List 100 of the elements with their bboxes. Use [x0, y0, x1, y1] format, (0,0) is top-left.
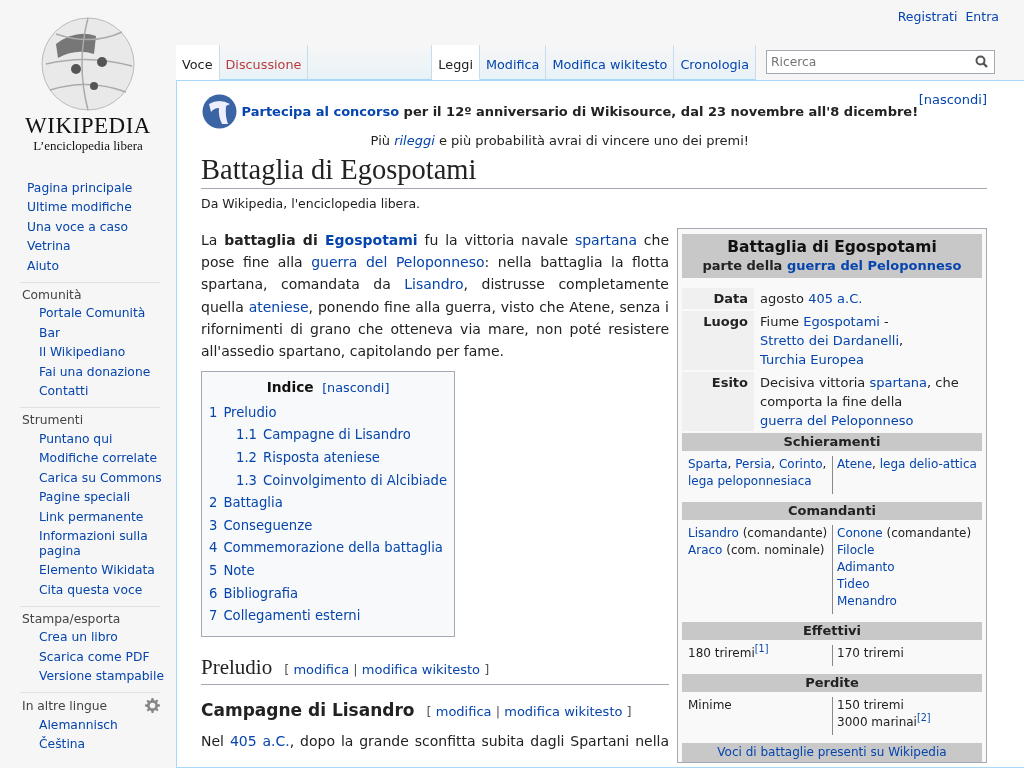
sidebar-link[interactable]: Scarica come PDF [39, 647, 164, 667]
link[interactable]: Filocle [837, 543, 875, 557]
edit-link[interactable]: modifica wikitesto [361, 661, 481, 677]
link[interactable]: Lisandro [688, 526, 739, 540]
toc-entry[interactable]: 1.2 Risposta ateniese [209, 447, 448, 470]
hide-link[interactable]: [nascondi] [918, 90, 987, 110]
link[interactable]: guerra del Peloponneso [311, 254, 485, 271]
link[interactable]: Araco [688, 543, 723, 557]
sidebar-link[interactable]: Pagina principale [27, 178, 172, 198]
cell-text: Araco (com. nominale) [688, 542, 826, 559]
link[interactable]: spartana [574, 232, 637, 248]
tab[interactable]: Discussione [219, 45, 309, 80]
link[interactable]: 405 a.C. [229, 732, 290, 749]
toc-entry[interactable]: 5 Note [209, 559, 448, 583]
portal-heading: In altre lingue [22, 698, 108, 713]
sidebar-link[interactable]: Crea un libro [39, 627, 164, 647]
page-title: Battaglia di Egospotami [201, 153, 987, 189]
sidebar-link[interactable]: Bar [39, 323, 164, 343]
link[interactable]: Egospotami [803, 314, 880, 329]
sidebar-link[interactable]: Puntano qui [39, 429, 164, 449]
link[interactable]: lega peloponnesiaca [688, 474, 812, 488]
account-link[interactable]: Entra [965, 9, 999, 26]
toc-entry[interactable]: 1.1 Campagne di Lisandro [209, 424, 448, 447]
link[interactable]: guerra del Peloponneso [760, 413, 914, 428]
link[interactable]: Lisandro [404, 276, 464, 293]
sidebar-link[interactable]: Pagine speciali [39, 487, 164, 507]
link[interactable]: lega delio-attica [879, 457, 977, 471]
cell-text: 3000 marinai$^{[2]}$ [837, 714, 932, 731]
edit-link[interactable]: modifica [435, 703, 492, 719]
cell-text: Atene, lega delio-attica [837, 456, 978, 473]
sidebar-link[interactable]: Aiuto [27, 256, 172, 276]
sidebar-link[interactable]: Versione stampabile [39, 666, 164, 686]
toc-entry[interactable]: 6 Bibliografia [209, 582, 448, 606]
sidebar-link[interactable]: Portale Comunità [39, 303, 164, 323]
link[interactable]: rileggi [394, 133, 435, 148]
cell-text: 180 triremi$^{[1]}$ [688, 645, 770, 662]
portal-heading: Comunità [22, 287, 82, 302]
reference-link[interactable]: [2] [916, 712, 931, 723]
link[interactable]: Sparta [688, 457, 728, 471]
section-header: Effettivi [682, 622, 982, 640]
sidebar-link[interactable]: Link permanente [39, 507, 164, 527]
sidebar-link[interactable]: Čeština [39, 734, 164, 754]
tab[interactable]: Leggi [432, 45, 480, 80]
link[interactable]: Partecipa al concorso [241, 103, 400, 119]
tab[interactable]: Voce [176, 45, 220, 80]
link[interactable]: Menandro [837, 594, 897, 608]
hide-link[interactable]: [nascondi] [322, 380, 390, 396]
sidebar-link[interactable]: Ultime modifiche [27, 197, 172, 217]
tab[interactable]: Modifica wikitesto [546, 45, 675, 80]
link[interactable]: spartana [869, 375, 928, 390]
field-label: Data [682, 288, 754, 309]
sidebar-link[interactable]: Alemannisch [39, 715, 164, 735]
account-link[interactable]: Registrati [897, 9, 958, 26]
link[interactable]: Turchia Europea [760, 352, 865, 367]
site-subtitle: Da Wikipedia, l'enciclopedia libera. [201, 195, 422, 213]
link[interactable]: ateniese [248, 298, 309, 315]
link[interactable]: Adimanto [837, 560, 895, 574]
toc-entry[interactable]: 3 Conseguenze [209, 514, 448, 538]
sidebar-link[interactable]: Contatti [39, 381, 164, 401]
portal-heading: Strumenti [22, 413, 84, 427]
link[interactable]: Atene [837, 457, 873, 471]
sidebar-link[interactable]: Modifiche correlate [39, 448, 164, 468]
sidebar-link[interactable]: Una voce a caso [27, 217, 172, 237]
sidebar-link[interactable]: Informazioni sulla pagina [39, 526, 164, 561]
cell-text: Minime [688, 697, 733, 714]
link[interactable]: Conone [837, 526, 883, 540]
link[interactable]: Egospotami [324, 232, 418, 248]
emblem-icon [201, 94, 237, 129]
sidebar-link[interactable]: Carica su Commons [39, 468, 164, 488]
settings-icon[interactable] [145, 698, 160, 713]
toc-entry[interactable]: 1 Preludio [209, 401, 448, 425]
link[interactable]: Stretto dei Dardanelli [760, 333, 900, 348]
link[interactable]: Voci di battaglie presenti su Wikipedia [717, 745, 947, 759]
infobox-title: Battaglia di Egospotami [726, 237, 938, 257]
edit-link[interactable]: modifica [293, 661, 350, 677]
sidebar-link[interactable]: Fai una donazione [39, 362, 164, 382]
cell-text: 150 triremi [837, 697, 905, 714]
section-header: Perdite [682, 674, 982, 692]
search-field[interactable]: Ricerca [766, 50, 995, 74]
reference-link[interactable]: [1] [754, 643, 769, 654]
link[interactable]: Tideo [837, 577, 870, 591]
bracket: [ [284, 661, 290, 677]
toc-entry[interactable]: 7 Collegamenti esterni [209, 605, 448, 628]
edit-link[interactable]: modifica wikitesto [504, 703, 623, 719]
toc-entry[interactable]: 2 Battaglia [209, 492, 448, 515]
field-value: agosto 405 a.C. [760, 290, 864, 308]
sidebar-link[interactable]: Vetrina [27, 236, 172, 256]
tab[interactable]: Modifica [479, 45, 547, 80]
search-icon[interactable] [975, 55, 988, 68]
link[interactable]: 405 a.C. [808, 291, 863, 306]
link[interactable]: Corinto [778, 457, 823, 471]
field-label: Esito [682, 372, 754, 431]
link[interactable]: guerra del Peloponneso [786, 258, 962, 273]
sidebar-link[interactable]: Il Wikipediano [39, 342, 164, 362]
toc-entry[interactable]: 1.3 Coinvolgimento di Alcibiade [209, 469, 448, 493]
tab[interactable]: Cronologia [674, 45, 756, 80]
cell-text: 170 triremi [837, 645, 905, 662]
toc-entry[interactable]: 4 Commemorazione della battaglia [209, 537, 448, 560]
sidebar-link[interactable]: Elemento Wikidata [39, 560, 164, 580]
sidebar-link[interactable]: Cita questa voce [39, 580, 164, 600]
